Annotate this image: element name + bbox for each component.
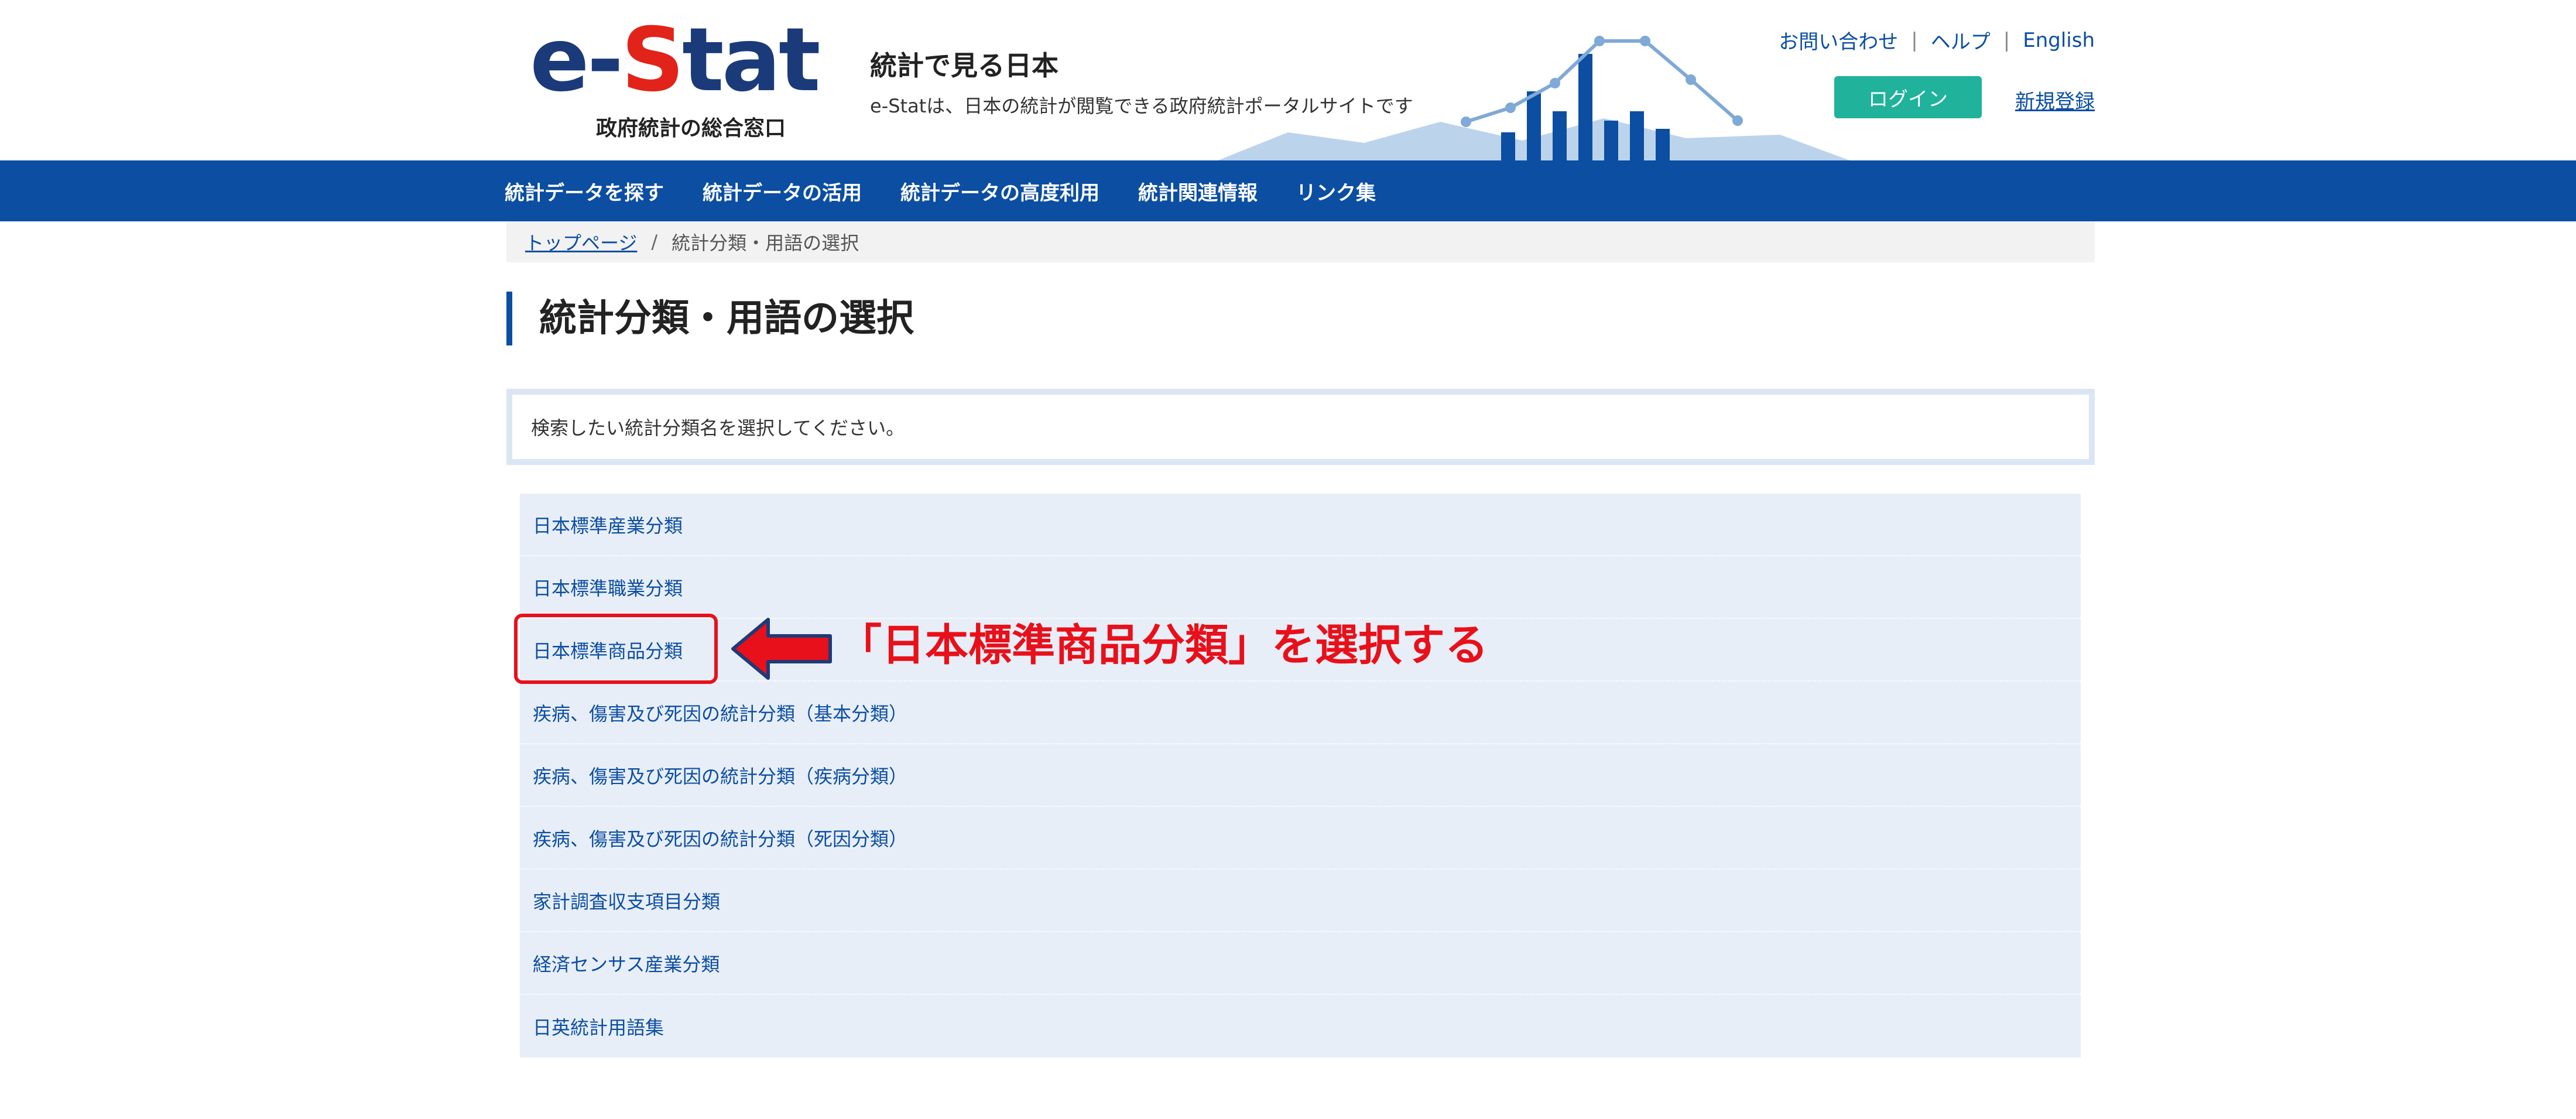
global-nav: 統計データを探す 統計データの活用 統計データの高度利用 統計関連情報 リンク集 (0, 160, 2576, 221)
english-link[interactable]: English (2023, 29, 2095, 52)
logo-suffix: tat (682, 9, 821, 111)
nav-item-search-data[interactable]: 統計データを探す (505, 177, 664, 206)
header-chart-illustration (1218, 36, 1850, 160)
nav-item-related-info[interactable]: 統計関連情報 (1138, 177, 1258, 206)
help-link[interactable]: ヘルプ (1931, 26, 1991, 54)
classification-link-disease-basic[interactable]: 疾病、傷害及び死因の統計分類（基本分類） (520, 682, 2081, 744)
classification-list: 日本標準産業分類 日本標準職業分類 日本標準商品分類 疾病、傷害及び死因の統計分… (520, 494, 2081, 1058)
instruction-box: 検索したい統計分類名を選択してください。 (506, 389, 2095, 465)
nav-item-use-data[interactable]: 統計データの活用 (703, 177, 862, 206)
breadcrumb-separator: / (651, 231, 658, 253)
annotation-instruction-text: 「日本標準商品分類」を選択する (838, 620, 1488, 670)
nav-item-links[interactable]: リンク集 (1296, 177, 1376, 206)
logo-prefix: e- (530, 9, 624, 111)
breadcrumb-current: 統計分類・用語の選択 (672, 232, 859, 254)
top-link-separator: | (1911, 28, 1918, 52)
classification-link-economic-census[interactable]: 経済センサス産業分類 (520, 932, 2081, 995)
nav-item-advanced-use[interactable]: 統計データの高度利用 (900, 177, 1099, 206)
classification-link-glossary[interactable]: 日英統計用語集 (520, 995, 2081, 1058)
page-title: 統計分類・用語の選択 (506, 292, 914, 345)
classification-link-household-survey[interactable]: 家計調査収支項目分類 (520, 870, 2081, 932)
annotation-highlight-box (514, 614, 718, 684)
breadcrumb: トップページ / 統計分類・用語の選択 (506, 221, 2095, 262)
annotation-arrow-icon (731, 618, 832, 680)
estat-logo[interactable]: e-Stat (530, 9, 821, 111)
top-link-separator: | (2003, 28, 2010, 52)
logo-s: S (621, 9, 684, 111)
top-links: お問い合わせ | ヘルプ | English (1779, 26, 2095, 54)
classification-link-disease-illness[interactable]: 疾病、傷害及び死因の統計分類（疾病分類） (520, 744, 2081, 807)
register-link[interactable]: 新規登録 (2015, 85, 2095, 114)
breadcrumb-home-link[interactable]: トップページ (525, 228, 637, 255)
login-button[interactable]: ログイン (1834, 76, 1982, 118)
classification-link-industry[interactable]: 日本標準産業分類 (520, 494, 2081, 556)
logo-subtitle: 政府統計の総合窓口 (596, 117, 786, 141)
contact-link[interactable]: お問い合わせ (1779, 26, 1898, 54)
tagline-title: 統計で見る日本 (870, 50, 1059, 81)
classification-link-occupation[interactable]: 日本標準職業分類 (520, 556, 2081, 619)
classification-link-disease-death[interactable]: 疾病、傷害及び死因の統計分類（死因分類） (520, 807, 2081, 870)
